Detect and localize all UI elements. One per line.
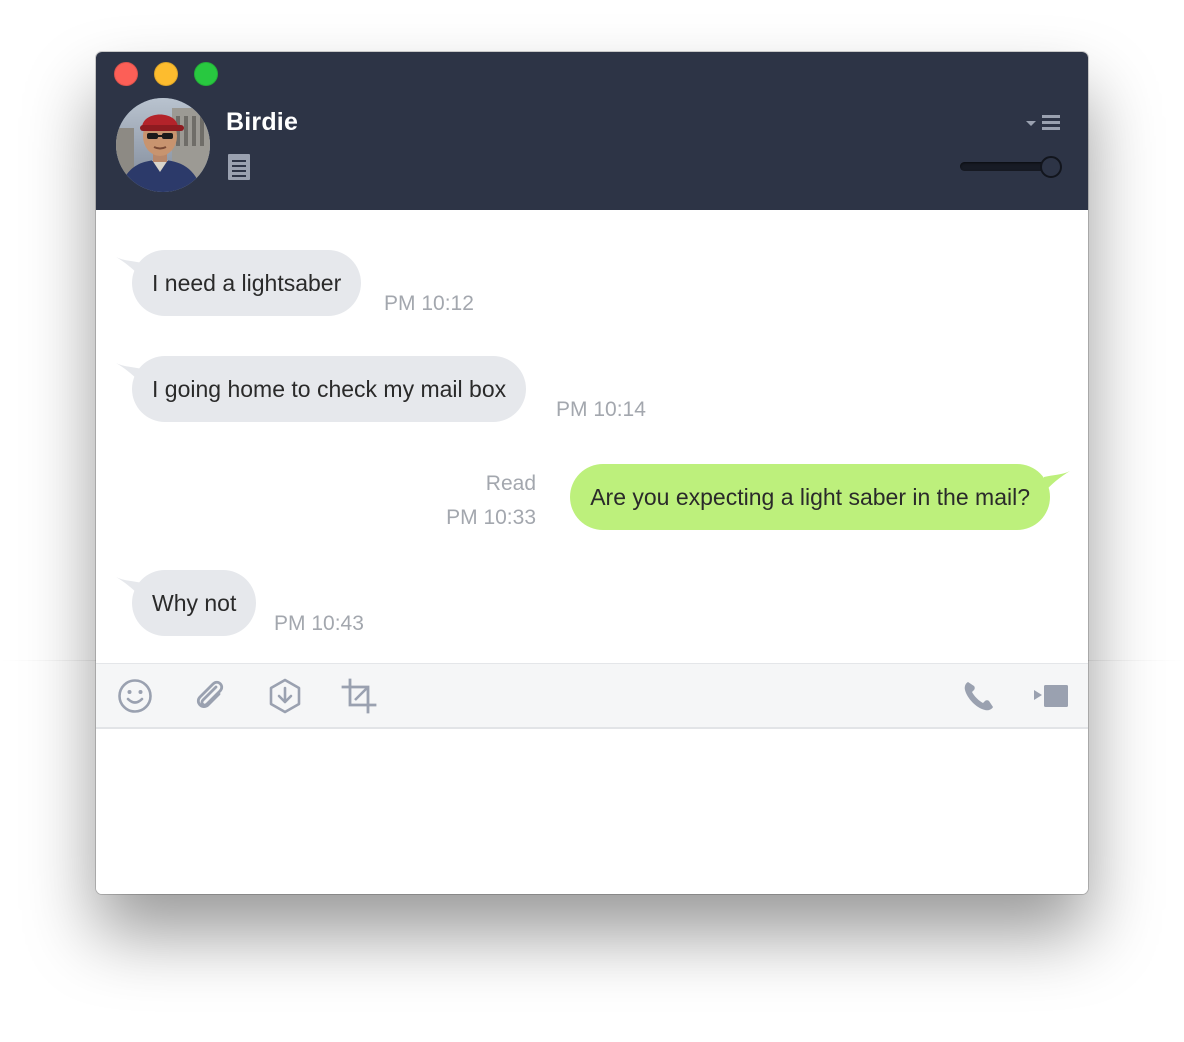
contact-name: Birdie bbox=[226, 108, 299, 136]
bubble-tail bbox=[1044, 471, 1070, 493]
close-window-button[interactable] bbox=[114, 62, 138, 86]
chat-window: Birdie I need a lightsaber PM 10:12 I go… bbox=[96, 52, 1088, 894]
chat-header: Birdie bbox=[96, 52, 1088, 210]
transparency-slider[interactable] bbox=[960, 156, 1064, 178]
dropdown-menu-icon[interactable] bbox=[1024, 112, 1062, 134]
download-icon[interactable] bbox=[267, 678, 303, 714]
incoming-message[interactable]: I need a lightsaber bbox=[132, 250, 362, 316]
message-timestamp: PM 10:14 bbox=[556, 398, 646, 421]
emoji-icon[interactable] bbox=[117, 678, 153, 714]
minimize-window-button[interactable] bbox=[154, 62, 178, 86]
incoming-message[interactable]: I going home to check my mail box bbox=[132, 356, 527, 422]
read-receipt: Read bbox=[485, 472, 536, 495]
phone-icon[interactable] bbox=[961, 678, 997, 714]
avatar-photo bbox=[116, 98, 210, 192]
avatar[interactable] bbox=[116, 98, 210, 192]
memo-icon[interactable] bbox=[228, 154, 250, 180]
maximize-window-button[interactable] bbox=[194, 62, 218, 86]
message-input[interactable] bbox=[96, 729, 1088, 894]
composer-toolbar bbox=[96, 663, 1088, 729]
message-list[interactable]: I need a lightsaber PM 10:12 I going hom… bbox=[96, 210, 1088, 663]
slider-knob[interactable] bbox=[1040, 156, 1062, 178]
message-timestamp: PM 10:33 bbox=[446, 506, 536, 529]
outgoing-message[interactable]: Are you expecting a light saber in the m… bbox=[570, 464, 1050, 530]
message-timestamp: PM 10:43 bbox=[274, 612, 364, 635]
attach-icon[interactable] bbox=[192, 678, 228, 714]
crop-icon[interactable] bbox=[341, 678, 377, 714]
incoming-message[interactable]: Why not bbox=[132, 570, 257, 636]
video-call-icon[interactable] bbox=[1032, 678, 1070, 714]
message-timestamp: PM 10:12 bbox=[384, 292, 474, 315]
